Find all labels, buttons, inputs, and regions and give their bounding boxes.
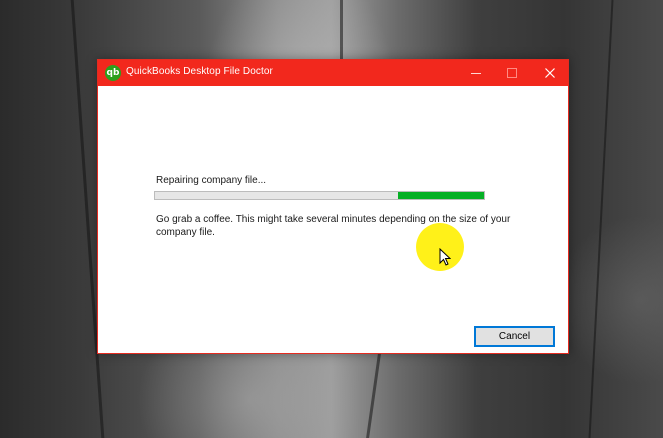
close-icon[interactable] <box>532 60 568 86</box>
rock-crack <box>340 0 343 60</box>
status-label: Repairing company file... <box>156 175 267 186</box>
minimize-icon[interactable] <box>458 60 494 86</box>
window-title: QuickBooks Desktop File Doctor <box>126 66 273 77</box>
quickbooks-logo-icon: qb <box>105 65 121 81</box>
cancel-button[interactable]: Cancel <box>474 326 555 347</box>
rock-crack <box>588 0 614 438</box>
maximize-icon[interactable] <box>494 60 530 86</box>
progress-bar-fill <box>398 192 484 199</box>
progress-bar <box>154 191 485 200</box>
file-doctor-window: qb QuickBooks Desktop File Doctor Repair… <box>97 59 569 354</box>
title-bar[interactable]: qb QuickBooks Desktop File Doctor <box>98 60 568 86</box>
arrow-cursor-icon <box>439 248 451 266</box>
rock-crack <box>366 354 381 438</box>
